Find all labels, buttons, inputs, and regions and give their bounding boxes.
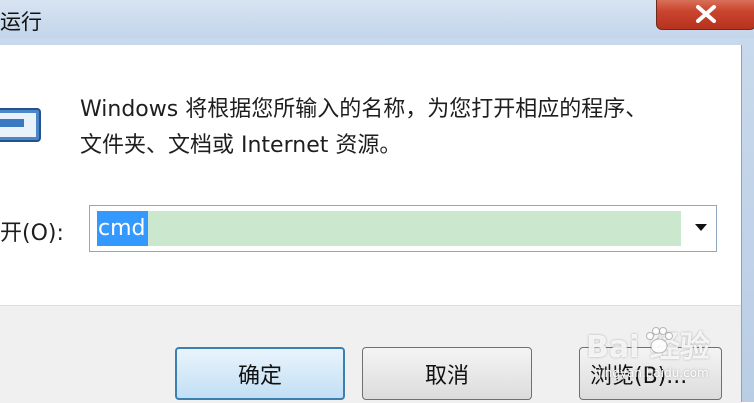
close-button[interactable] (656, 0, 754, 30)
open-field-label: 开(O): (0, 221, 64, 246)
baidu-jingyan-watermark: Bai 经验 jingyan.baidu.com (578, 322, 754, 392)
dropdown-button[interactable] (688, 214, 714, 242)
title-bar[interactable]: 运行 (0, 0, 754, 39)
open-combobox[interactable]: cmd (89, 205, 717, 252)
dialog-description: Windows 将根据您所输入的名称，为您打开相应的程序、 文件夹、文档或 In… (80, 92, 720, 164)
window-title: 运行 (0, 10, 42, 34)
selected-input-text: cmd (97, 211, 148, 246)
open-input[interactable] (97, 211, 681, 246)
description-line-1: Windows 将根据您所输入的名称，为您打开相应的程序、 (80, 97, 648, 122)
cancel-button[interactable]: 取消 (362, 347, 532, 400)
chevron-down-icon (695, 224, 707, 231)
close-icon (696, 5, 716, 23)
description-line-2: 文件夹、文档或 Internet 资源。 (80, 133, 402, 158)
paw-icon (646, 327, 673, 354)
watermark-url: jingyan.baidu.com (598, 366, 709, 380)
ok-button[interactable]: 确定 (175, 347, 345, 400)
run-program-icon (0, 108, 41, 142)
